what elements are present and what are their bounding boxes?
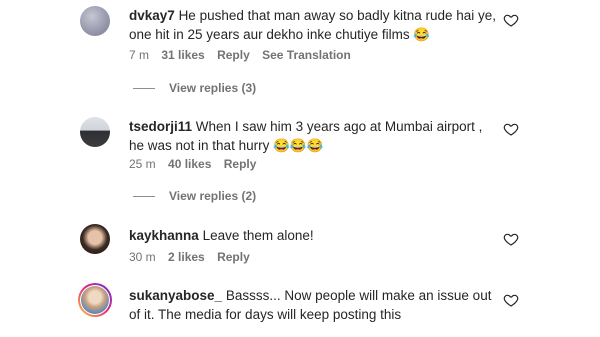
- divider: [133, 88, 155, 90]
- username[interactable]: tsedorji11: [129, 119, 192, 134]
- view-replies-label: View replies (2): [169, 189, 257, 203]
- reply-button[interactable]: Reply: [217, 250, 250, 264]
- heart-outline-icon[interactable]: [503, 231, 519, 247]
- heart-outline-icon[interactable]: [503, 12, 519, 28]
- comment-text: He pushed that man away so badly kitna r…: [178, 8, 497, 23]
- username[interactable]: kaykhanna: [129, 228, 199, 243]
- heart-outline-icon[interactable]: [503, 292, 519, 308]
- heart-outline-icon[interactable]: [503, 121, 519, 137]
- see-translation-link[interactable]: See Translation: [262, 48, 351, 62]
- likes-count[interactable]: 2 likes: [168, 250, 205, 264]
- reply-button[interactable]: Reply: [224, 157, 257, 171]
- story-ring[interactable]: [78, 283, 112, 317]
- comment-text: Bassss... Now people will make an issue …: [225, 288, 492, 303]
- reply-button[interactable]: Reply: [217, 48, 250, 62]
- divider: [133, 196, 155, 198]
- username[interactable]: sukanyabose_: [129, 288, 222, 303]
- username[interactable]: dvkay7: [129, 8, 175, 23]
- avatar: [81, 286, 109, 314]
- comment-time: 30 m: [129, 250, 156, 264]
- comment-text: Leave them alone!: [202, 228, 314, 243]
- comment-text: When I saw him 3 years ago at Mumbai air…: [195, 119, 483, 134]
- avatar[interactable]: [80, 224, 110, 254]
- likes-count[interactable]: 40 likes: [168, 157, 211, 171]
- comment-text: of it. The media for days will keep post…: [129, 307, 402, 322]
- likes-count[interactable]: 31 likes: [161, 48, 204, 62]
- view-replies-button[interactable]: View replies (3): [133, 81, 256, 95]
- comment-time: 25 m: [129, 157, 156, 171]
- view-replies-button[interactable]: View replies (2): [133, 189, 256, 203]
- avatar[interactable]: [80, 117, 110, 147]
- comment-time: 7 m: [129, 48, 150, 62]
- avatar[interactable]: [80, 6, 110, 36]
- comment-text: one hit in 25 years aur dekho inke chuti…: [129, 27, 431, 42]
- view-replies-label: View replies (3): [169, 81, 257, 95]
- comment-text: he was not in that hurry 😂😂😂: [129, 138, 324, 153]
